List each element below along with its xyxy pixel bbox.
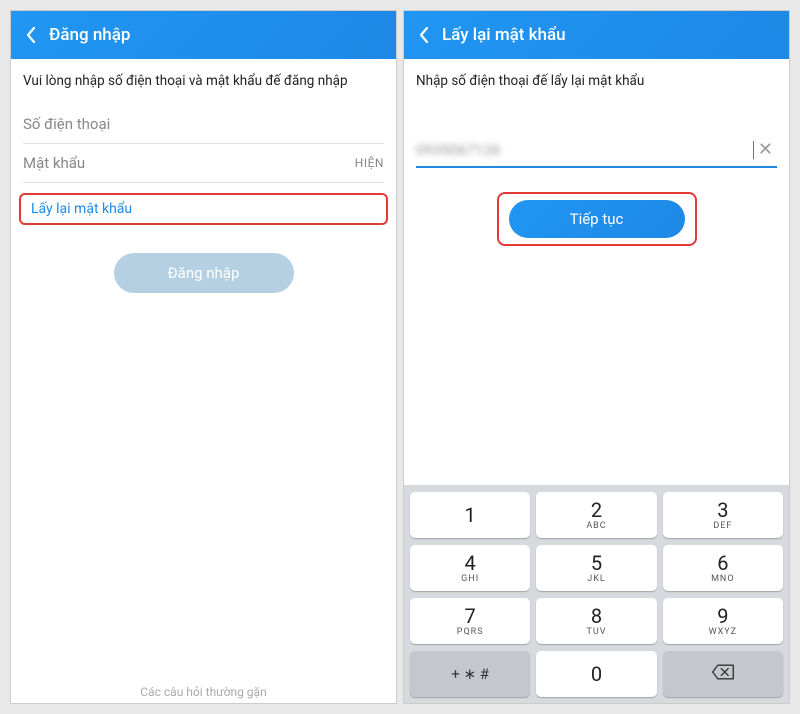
key-2[interactable]: 2ABC <box>536 492 656 538</box>
continue-button[interactable]: Tiếp tục <box>509 200 685 238</box>
key-backspace[interactable] <box>663 651 783 697</box>
numeric-keypad: 1 2ABC 3DEF 4GHI 5JKL 6MNO 7PQRS 8TUV 9W… <box>404 485 789 703</box>
password-input[interactable] <box>23 154 355 172</box>
key-0[interactable]: 0 <box>536 651 656 697</box>
back-icon[interactable] <box>414 21 434 49</box>
show-password-toggle[interactable]: HIỆN <box>355 156 384 170</box>
faq-text: Các câu hỏi thường gặn <box>11 685 396 703</box>
key-7[interactable]: 7PQRS <box>410 598 530 644</box>
clear-icon[interactable]: ✕ <box>754 139 777 160</box>
key-symbols[interactable]: + ∗ # <box>410 651 530 697</box>
key-4[interactable]: 4GHI <box>410 545 530 591</box>
phone-input[interactable] <box>23 115 384 133</box>
recover-instruction: Nhập số điện thoại đế lẩy lại mật khẩu <box>404 59 789 105</box>
forgot-password-link[interactable]: Lấy lại mật khẩu <box>25 197 138 221</box>
key-5[interactable]: 5JKL <box>536 545 656 591</box>
forgot-highlight: Lấy lại mật khẩu <box>19 193 388 225</box>
continue-highlight: Tiếp tục <box>497 192 697 246</box>
login-header: Đăng nhập <box>11 11 396 59</box>
recover-header: Lấy lại mật khẩu <box>404 11 789 59</box>
key-9[interactable]: 9WXYZ <box>663 598 783 644</box>
phone-input-row <box>23 105 384 144</box>
key-8[interactable]: 8TUV <box>536 598 656 644</box>
login-title: Đăng nhập <box>49 25 130 45</box>
backspace-icon <box>711 663 735 685</box>
password-input-row: HIỆN <box>23 144 384 183</box>
key-1[interactable]: 1 <box>410 492 530 538</box>
back-icon[interactable] <box>21 21 41 49</box>
continue-wrap: Tiếp tục <box>497 192 697 246</box>
login-instruction: Vui lòng nhập số điện thoại và mật khẩu … <box>11 59 396 105</box>
login-button[interactable]: Đăng nhập <box>114 253 294 293</box>
key-6[interactable]: 6MNO <box>663 545 783 591</box>
recover-screen: Lấy lại mật khẩu Nhập số điện thoại đế l… <box>403 10 790 704</box>
key-3[interactable]: 3DEF <box>663 492 783 538</box>
recover-phone-row[interactable]: 0935067126 ✕ <box>416 133 777 168</box>
recover-title: Lấy lại mật khẩu <box>442 25 566 45</box>
login-screen: Đăng nhập Vui lòng nhập số điện thoại và… <box>10 10 397 704</box>
recover-phone-value: 0935067126 <box>416 141 751 159</box>
